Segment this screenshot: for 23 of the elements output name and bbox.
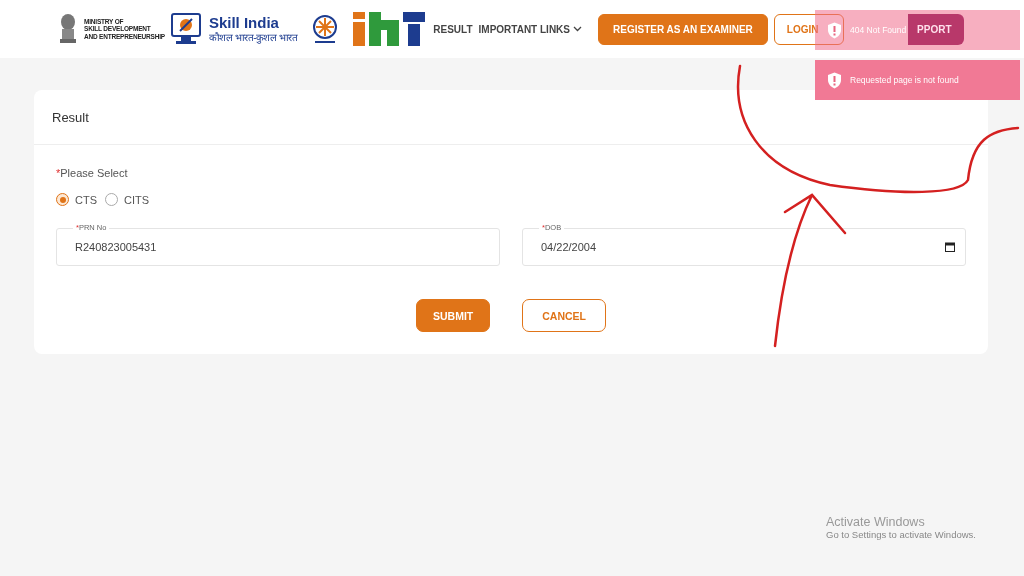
activation-text: Go to Settings to activate Windows. <box>826 529 976 540</box>
chevron-down-icon <box>573 26 582 32</box>
skill-india-title: Skill India <box>208 15 280 32</box>
field-value: 04/22/2004 <box>541 241 598 253</box>
nav-dropdown[interactable]: IMPORTANT LINKS <box>478 23 582 35</box>
toast-message: Requested page is not found <box>850 75 959 85</box>
card-title: Result <box>52 109 89 125</box>
toast-message: 404 Not Found <box>850 25 907 35</box>
computer-logo-icon <box>170 13 201 45</box>
activation-title: Activate Windows <box>826 515 926 529</box>
select-label: *Please Select <box>56 167 129 179</box>
iti-logo-icon <box>353 12 426 46</box>
radio-option[interactable]: CITS <box>105 193 150 206</box>
shield-alert-icon <box>827 71 842 89</box>
wheel-emblem-icon <box>311 14 340 44</box>
calendar-icon[interactable] <box>945 242 955 252</box>
radio-option[interactable]: CTS <box>56 193 97 206</box>
field-value: R240823005431 <box>75 241 158 253</box>
nav-link[interactable]: RESULT <box>433 23 473 35</box>
skill-india-tagline: कौशल भारत-कुशल भारत <box>208 31 298 43</box>
emblem-icon <box>58 13 78 45</box>
support-button[interactable]: PPORT <box>907 13 964 45</box>
shield-alert-icon <box>827 21 842 39</box>
